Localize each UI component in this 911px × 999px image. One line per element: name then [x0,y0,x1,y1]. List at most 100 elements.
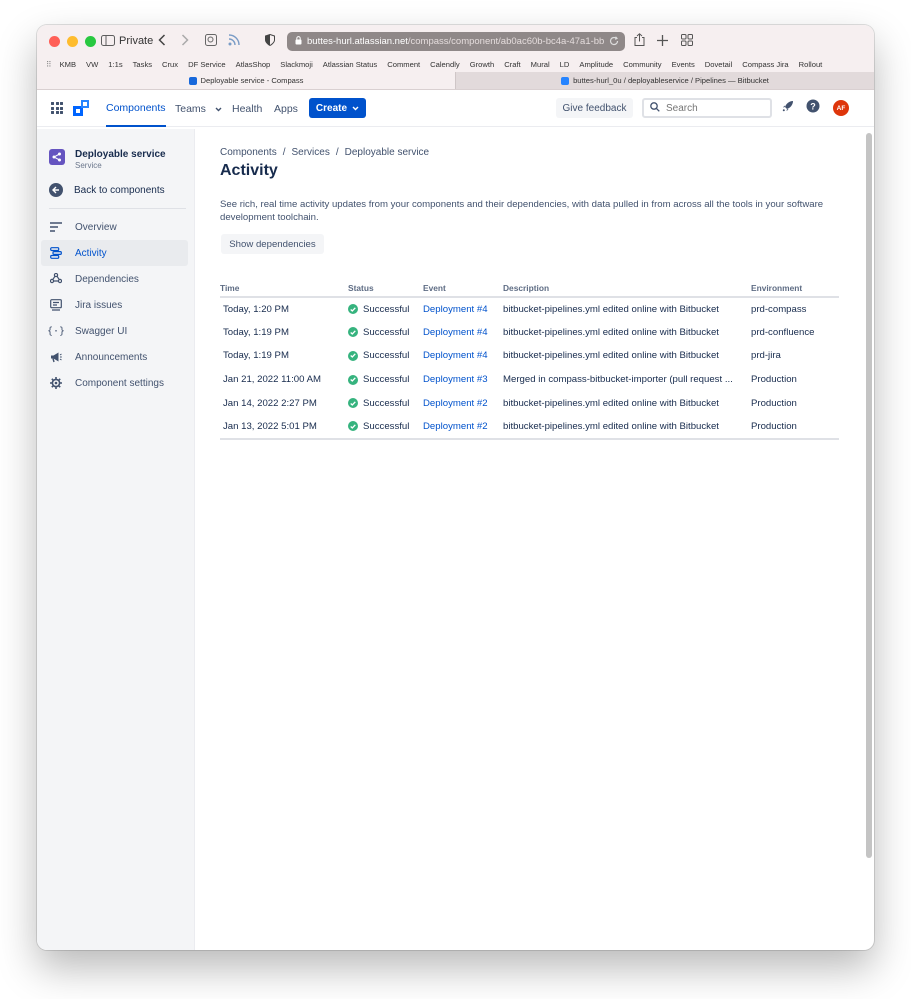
tab-strip: Deployable service - Compass buttes-hurl… [37,72,874,90]
column-header-event[interactable]: Event [423,280,503,298]
jira-issues-icon [49,298,63,312]
cell-environment: prd-compass [751,303,807,315]
sidebar-item-label: Dependencies [75,273,139,285]
avatar[interactable]: AF [833,100,849,116]
column-header-environment[interactable]: Environment [751,280,839,298]
bookmark-item[interactable]: Crux [162,60,178,69]
private-label: Private [119,35,154,47]
sidebar-toggle[interactable]: Private [101,33,153,49]
column-header-status[interactable]: Status [348,280,423,298]
nav-teams[interactable]: Teams [175,90,222,127]
minimize-window-button[interactable] [67,35,78,47]
sidebar-item-jira-issues[interactable]: Jira issues [41,292,188,318]
column-header-description[interactable]: Description [503,280,751,298]
nav-health[interactable]: Health [232,90,262,127]
back-to-components-link[interactable]: Back to components [49,183,165,197]
share-button[interactable] [634,32,645,49]
bookmark-item[interactable]: DF Service [188,60,226,69]
tab-compass[interactable]: Deployable service - Compass [37,72,455,89]
close-window-button[interactable] [49,35,60,47]
bookmark-item[interactable]: VW [86,60,98,69]
chevron-down-icon [215,103,222,115]
success-check-icon [348,374,358,385]
cell-status: Successful [348,344,423,368]
event-link[interactable]: Deployment #2 [423,398,488,409]
bookmark-item[interactable]: Mural [531,60,550,69]
table-row: Jan 14, 2022 2:27 PM Successful Deployment… [220,391,839,415]
bookmark-item[interactable]: Craft [504,60,520,69]
sidebar-item-component-settings[interactable]: Component settings [41,370,188,396]
cell-environment: prd-jira [751,350,781,362]
event-link[interactable]: Deployment #4 [423,304,488,315]
sidebar-item-swagger-ui[interactable]: {·} Swagger UI [41,318,188,344]
new-tab-button[interactable] [657,33,668,49]
bookmark-item[interactable]: Calendly [430,60,460,69]
sidebar-item-label: Swagger UI [75,325,128,337]
tab-overview-button[interactable] [681,33,693,49]
create-button[interactable]: Create [309,98,366,118]
breadcrumb-components[interactable]: Components [220,147,277,158]
bookmark-item[interactable]: Compass Jira [742,60,788,69]
compass-logo[interactable] [73,100,89,116]
search-input[interactable] [666,102,756,114]
rss-icon [228,33,240,50]
forward-nav-button[interactable] [181,33,189,49]
event-link[interactable]: Deployment #4 [423,327,488,338]
bookmark-item[interactable]: Slackmoji [280,60,313,69]
bookmark-item[interactable]: 1:1s [108,60,122,69]
bookmark-item[interactable]: Comment [387,60,420,69]
bookmark-item[interactable]: Amplitude [579,60,613,69]
component-type: Service [75,161,102,170]
privacy-shield-button[interactable] [265,33,275,49]
tab-bitbucket[interactable]: buttes-hurl_0u / deployableservice / Pip… [455,72,874,89]
zoom-window-button[interactable] [85,35,96,47]
bookmark-item[interactable]: AtlasShop [236,60,271,69]
notifications-button[interactable] [780,100,796,116]
sidebar-item-dependencies[interactable]: Dependencies [41,266,188,292]
chevron-right-icon [181,33,189,50]
rss-button[interactable] [228,33,240,49]
bookmark-item[interactable]: Atlassian Status [323,60,377,69]
sidebar-item-activity[interactable]: Activity [41,240,188,266]
sidebar-item-label: Activity [75,247,107,259]
bookmark-item[interactable]: Community [623,60,661,69]
show-dependencies-button[interactable]: Show dependencies [221,234,324,254]
breadcrumb-deployable-service[interactable]: Deployable service [345,147,430,158]
bookmarks-grid-icon[interactable]: ⠿ [46,60,52,69]
dependencies-icon [49,272,63,286]
table-header-row: Time Status Event Description Environmen… [220,280,839,298]
url-path: /compass/component/ab0ac60b-bc4a-47a1-bb [407,36,605,47]
status-label: Successful [363,326,410,338]
event-link[interactable]: Deployment #3 [423,374,488,385]
back-nav-button[interactable] [158,33,166,49]
bookmark-item[interactable]: LD [560,60,570,69]
event-link[interactable]: Deployment #4 [423,350,488,361]
event-link[interactable]: Deployment #2 [423,421,488,432]
component-header[interactable]: Deployable service Service [49,149,166,170]
address-bar[interactable]: buttes-hurl.atlassian.net/compass/compon… [287,32,625,51]
bookmark-item[interactable]: KMB [60,60,76,69]
traffic-lights [49,35,96,47]
page-scrollbar[interactable] [866,133,872,858]
app-switcher-icon[interactable] [51,102,63,114]
nav-components[interactable]: Components [106,90,166,127]
svg-text:?: ? [810,101,816,111]
reload-icon[interactable] [609,36,619,49]
breadcrumb-services[interactable]: Services [291,147,329,158]
search-field[interactable] [642,98,772,118]
give-feedback-button[interactable]: Give feedback [556,98,633,118]
bookmark-item[interactable]: Rollout [799,60,823,69]
nav-apps[interactable]: Apps [274,90,298,127]
cell-description: bitbucket-pipelines.yml edited online wi… [503,414,751,440]
bookmark-item[interactable]: Events [672,60,695,69]
bookmark-item[interactable]: Tasks [133,60,152,69]
find-button[interactable] [205,33,217,49]
help-button[interactable]: ? [805,99,821,116]
bookmark-item[interactable]: Growth [470,60,494,69]
cell-event: Deployment #3 [423,368,503,392]
breadcrumb: Components / Services / Deployable servi… [220,147,429,158]
sidebar-item-announcements[interactable]: Announcements [41,344,188,370]
sidebar-item-overview[interactable]: Overview [41,214,188,240]
column-header-time[interactable]: Time [220,280,348,298]
bookmark-item[interactable]: Dovetail [705,60,732,69]
